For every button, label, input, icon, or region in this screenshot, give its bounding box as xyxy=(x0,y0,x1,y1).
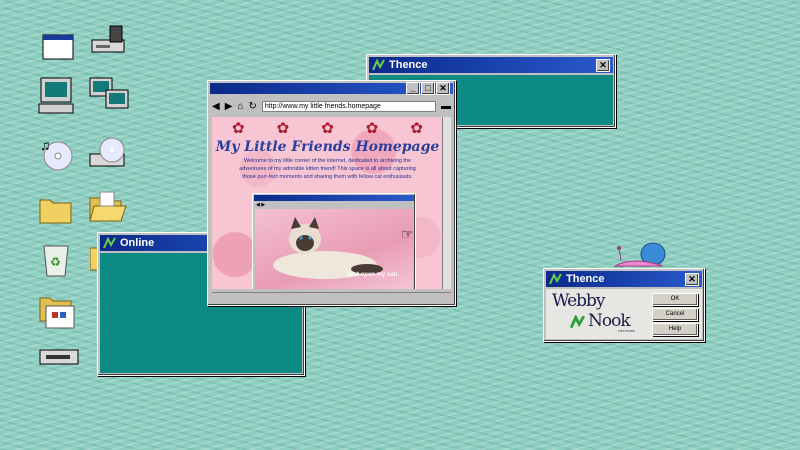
address-bar[interactable]: http://www.my little friends.homepage xyxy=(261,100,436,112)
svg-text:♻: ♻ xyxy=(50,255,61,269)
status-bar xyxy=(212,292,451,303)
titlebar[interactable]: Thence ✕ xyxy=(546,271,702,287)
logo-line1: Webby xyxy=(552,291,606,311)
recycle-bin-icon[interactable]: ♻ xyxy=(38,240,74,277)
maximize-button[interactable]: □ xyxy=(421,82,435,95)
inner-window[interactable]: ◀ ▶ Just open my can. xyxy=(252,193,416,289)
logo-line2: Nook xyxy=(588,311,631,331)
programs-folder-icon[interactable] xyxy=(38,294,75,330)
webbynook-logo-icon xyxy=(549,273,562,285)
close-button[interactable]: ✕ xyxy=(596,58,610,72)
webbynook-logo-icon xyxy=(570,315,585,329)
hand-cursor-icon: ☞ xyxy=(401,226,414,242)
open-folder-icon[interactable] xyxy=(88,188,127,224)
network-icon[interactable] xyxy=(88,76,129,112)
window-title: Thence xyxy=(566,273,605,285)
inner-titlebar xyxy=(254,195,414,201)
dialog-body: Webby Nook NETWORK OK Cancel Help xyxy=(546,289,702,339)
page-heading: My Little Friends Homepage xyxy=(215,139,440,155)
rose-row: ✿ ✿ ✿ ✿ ✿ xyxy=(212,117,443,139)
page-viewport: ✿ ✿ ✿ ✿ ✿ My Little Friends Homepage Wel… xyxy=(212,117,443,289)
folder-icon[interactable] xyxy=(38,192,74,228)
thence-dialog[interactable]: Thence ✕ Webby Nook NETWORK OK Cancel He… xyxy=(543,268,705,342)
intro-text: Welcome to my little corner of the inter… xyxy=(239,158,416,180)
tape-drive-icon[interactable] xyxy=(38,344,79,380)
svg-text:♫: ♫ xyxy=(40,137,51,153)
close-button[interactable]: ✕ xyxy=(436,82,450,95)
inner-toolbar: ◀ ▶ xyxy=(256,202,266,208)
browser-window[interactable]: _ □ ✕ ◀ ▶ ⌂ ↻ http://www.my little frien… xyxy=(207,80,456,306)
refresh-icon[interactable]: ↻ xyxy=(248,101,256,112)
computer-icon[interactable] xyxy=(38,76,74,114)
photo-caption: Just open my can. xyxy=(346,272,399,278)
rose-icon: ✿ xyxy=(276,120,290,137)
logo-small: NETWORK xyxy=(618,329,635,333)
back-icon[interactable]: ◀ xyxy=(212,101,220,112)
home-icon[interactable]: ⌂ xyxy=(237,101,243,112)
cd-drive-icon[interactable] xyxy=(88,134,125,170)
drive-icon[interactable] xyxy=(88,22,125,58)
rose-icon: ✿ xyxy=(232,120,245,137)
help-button[interactable]: Help xyxy=(652,323,698,336)
rose-icon: ✿ xyxy=(321,120,334,137)
titlebar[interactable]: Thence ✕ xyxy=(369,57,613,73)
music-cd-icon[interactable]: ♫ xyxy=(38,136,74,172)
vertical-scrollbar[interactable] xyxy=(442,117,451,289)
close-button[interactable]: ✕ xyxy=(685,272,699,286)
forward-icon[interactable]: ▶ xyxy=(225,101,233,112)
window-title: Thence xyxy=(389,59,428,71)
minimize-button[interactable]: _ xyxy=(406,82,420,95)
ok-button[interactable]: OK xyxy=(652,293,698,306)
toolbar: ◀ ▶ ⌂ ↻ http://www.my little friends.hom… xyxy=(212,97,451,115)
webbynook-logo-icon xyxy=(372,59,385,71)
titlebar[interactable]: _ □ ✕ xyxy=(210,82,453,95)
rose-icon: ✿ xyxy=(365,120,379,137)
cancel-button[interactable]: Cancel xyxy=(652,308,698,321)
webbynook-logo: Webby Nook NETWORK xyxy=(552,291,640,335)
webbynook-logo-icon xyxy=(103,237,116,249)
window-icon[interactable] xyxy=(40,30,76,66)
folder-icon[interactable]: ▬ xyxy=(441,101,451,112)
rose-icon: ✿ xyxy=(410,120,423,137)
cat-photo: Just open my can. xyxy=(255,209,413,289)
